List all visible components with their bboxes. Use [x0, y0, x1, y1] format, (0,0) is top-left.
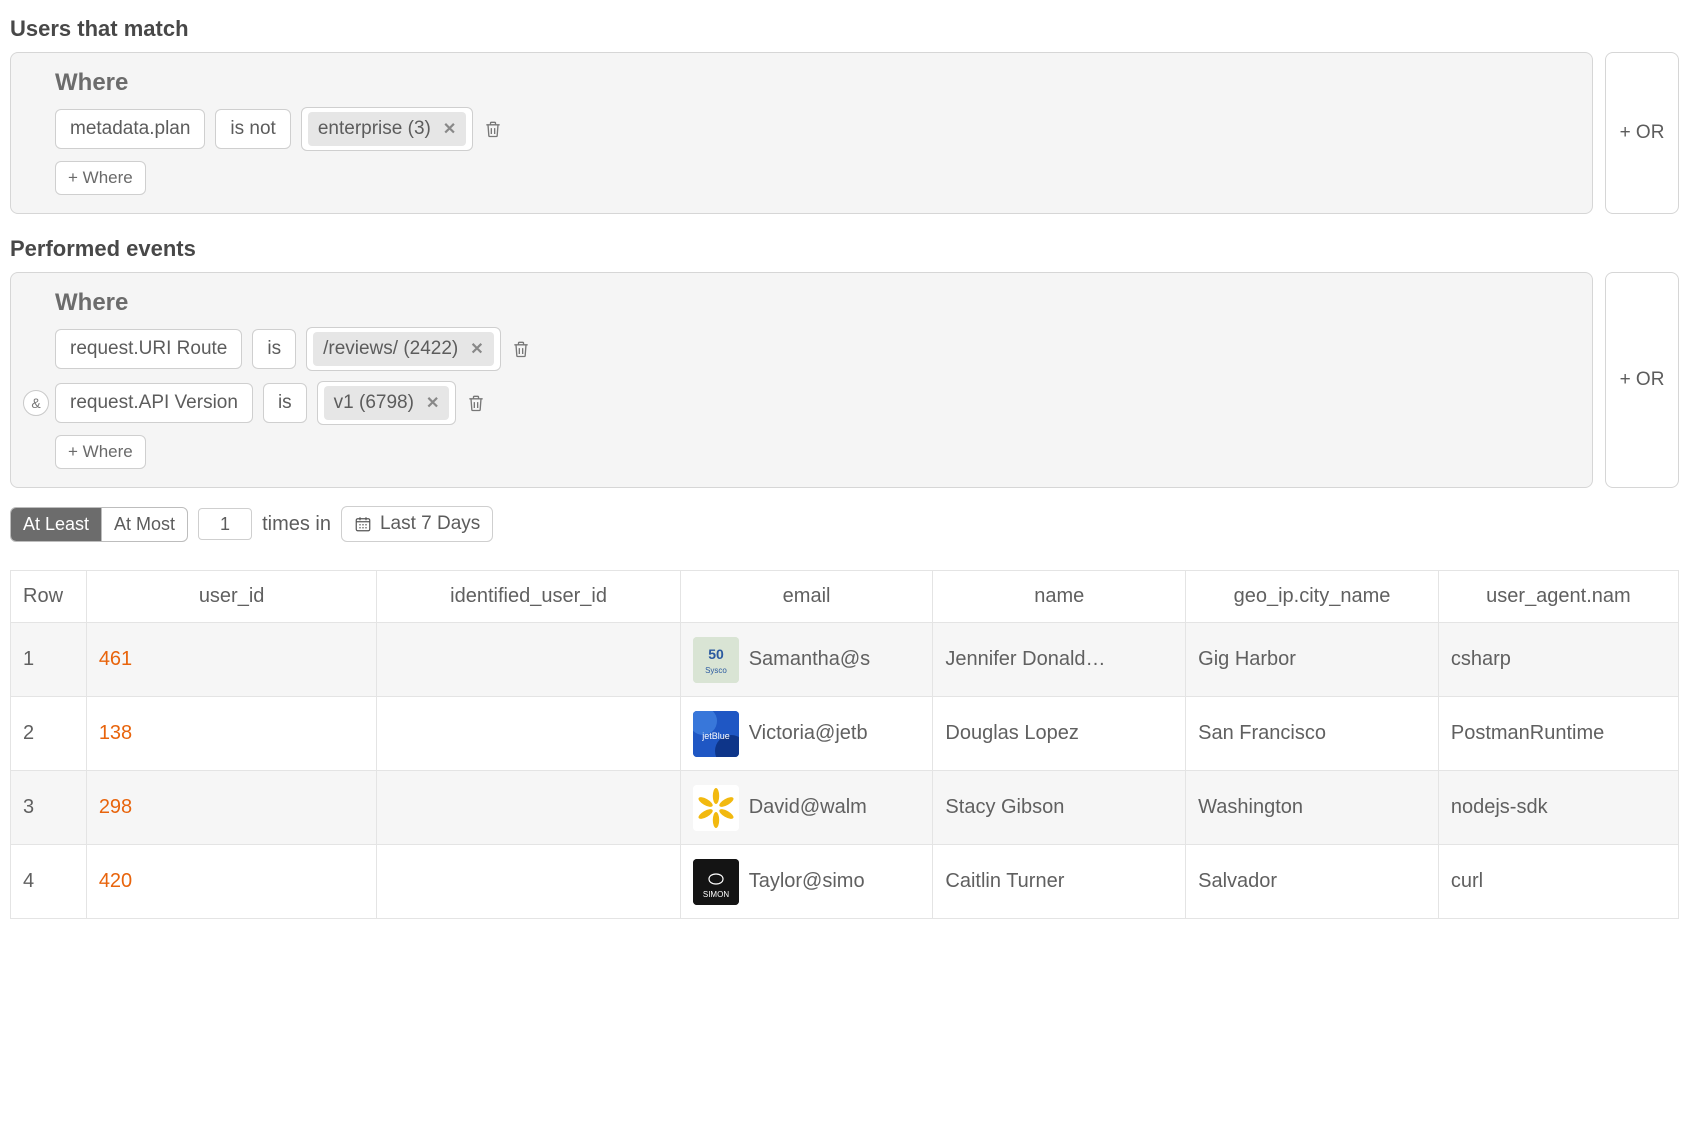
value-chip-wrap[interactable]: v1 (6798) ✕	[317, 381, 457, 425]
table-header-row: Row user_id identified_user_id email nam…	[11, 571, 1679, 623]
and-badge: &	[23, 390, 49, 416]
table-row: 4420 SIMONTaylor@simoCaitlin TurnerSalvad…	[11, 845, 1679, 919]
table-row: 2138 jetBlueVictoria@jetbDouglas LopezSan…	[11, 697, 1679, 771]
cell-name: Douglas Lopez	[933, 697, 1186, 771]
users-clause-box: Where metadata.plan is not enterprise (3…	[10, 52, 1593, 214]
value-chip: v1 (6798) ✕	[324, 386, 450, 420]
cell-user-agent: curl	[1439, 845, 1679, 919]
date-range-button[interactable]: Last 7 Days	[341, 506, 493, 542]
avatar: SIMON	[693, 859, 739, 905]
value-chip: enterprise (3) ✕	[308, 112, 466, 146]
cell-row: 2	[11, 697, 87, 771]
value-chip: /reviews/ (2422) ✕	[313, 332, 494, 366]
col-header-city[interactable]: geo_ip.city_name	[1186, 571, 1439, 623]
cell-user-id[interactable]: 420	[87, 845, 378, 919]
value-chip-wrap[interactable]: /reviews/ (2422) ✕	[306, 327, 501, 371]
chip-label: enterprise (3)	[318, 118, 431, 140]
cell-user-agent: PostmanRuntime	[1439, 697, 1679, 771]
remove-chip-icon[interactable]: ✕	[426, 393, 439, 413]
cell-name: Stacy Gibson	[933, 771, 1186, 845]
operator-token[interactable]: is	[263, 383, 307, 424]
users-match-builder: Where metadata.plan is not enterprise (3…	[10, 52, 1679, 214]
cell-row: 4	[11, 845, 87, 919]
cell-user-id[interactable]: 298	[87, 771, 378, 845]
cell-identified-user-id	[377, 845, 680, 919]
cell-user-id[interactable]: 461	[87, 623, 378, 697]
field-token[interactable]: request.API Version	[55, 383, 253, 424]
cell-name: Caitlin Turner	[933, 845, 1186, 919]
col-header-email[interactable]: email	[681, 571, 934, 623]
add-where-button[interactable]: + Where	[55, 161, 146, 195]
at-least-button[interactable]: At Least	[11, 508, 101, 541]
condition-row: metadata.plan is not enterprise (3) ✕	[55, 107, 1574, 151]
chip-label: v1 (6798)	[334, 392, 414, 414]
cell-email: 50SyscoSamantha@s	[681, 623, 934, 697]
avatar: 50 Sysco	[693, 637, 739, 683]
where-label: Where	[55, 69, 1574, 97]
condition-row: & request.API Version is v1 (6798) ✕	[55, 381, 1574, 425]
cell-row: 3	[11, 771, 87, 845]
remove-chip-icon[interactable]: ✕	[443, 119, 456, 139]
cell-user-id[interactable]: 138	[87, 697, 378, 771]
add-where-button[interactable]: + Where	[55, 435, 146, 469]
calendar-icon	[354, 515, 372, 533]
threshold-count-input[interactable]	[198, 508, 252, 540]
remove-chip-icon[interactable]: ✕	[470, 339, 483, 359]
svg-text:SIMON: SIMON	[703, 890, 729, 899]
col-header-row[interactable]: Row	[11, 571, 87, 623]
col-header-name[interactable]: name	[933, 571, 1186, 623]
cell-row: 1	[11, 623, 87, 697]
value-chip-wrap[interactable]: enterprise (3) ✕	[301, 107, 473, 151]
trash-icon[interactable]	[483, 118, 503, 140]
avatar: jetBlue	[693, 711, 739, 757]
events-clause-box: Where request.URI Route is /reviews/ (24…	[10, 272, 1593, 488]
trash-icon[interactable]	[466, 392, 486, 414]
threshold-row: At Least At Most times in Last 7 Days	[10, 506, 1679, 542]
add-or-button[interactable]: + OR	[1605, 52, 1679, 214]
cell-user-agent: nodejs-sdk	[1439, 771, 1679, 845]
field-token[interactable]: metadata.plan	[55, 109, 205, 150]
times-in-label: times in	[262, 513, 331, 536]
svg-text:jetBlue: jetBlue	[701, 731, 730, 741]
events-builder: Where request.URI Route is /reviews/ (24…	[10, 272, 1679, 488]
cell-city: San Francisco	[1186, 697, 1439, 771]
section-title-users-match: Users that match	[10, 16, 1679, 42]
cell-city: Gig Harbor	[1186, 623, 1439, 697]
avatar	[693, 785, 739, 831]
svg-text:Sysco: Sysco	[705, 666, 727, 675]
cell-email: David@walm	[681, 771, 934, 845]
col-header-identified-user-id[interactable]: identified_user_id	[377, 571, 680, 623]
cell-city: Salvador	[1186, 845, 1439, 919]
chip-label: /reviews/ (2422)	[323, 338, 458, 360]
cell-identified-user-id	[377, 697, 680, 771]
cell-email: SIMONTaylor@simo	[681, 845, 934, 919]
col-header-user-agent[interactable]: user_agent.nam	[1439, 571, 1679, 623]
col-header-user-id[interactable]: user_id	[87, 571, 378, 623]
date-range-label: Last 7 Days	[380, 513, 480, 535]
trash-icon[interactable]	[511, 338, 531, 360]
cell-city: Washington	[1186, 771, 1439, 845]
at-most-button[interactable]: At Most	[101, 508, 187, 541]
operator-token[interactable]: is not	[215, 109, 290, 150]
cell-identified-user-id	[377, 623, 680, 697]
cell-email: jetBlueVictoria@jetb	[681, 697, 934, 771]
operator-token[interactable]: is	[252, 329, 296, 370]
field-token[interactable]: request.URI Route	[55, 329, 242, 370]
table-row: 3298 David@walmStacy GibsonWashingtonnode…	[11, 771, 1679, 845]
results-table: Row user_id identified_user_id email nam…	[10, 570, 1679, 919]
threshold-mode-segment: At Least At Most	[10, 507, 188, 542]
table-row: 146150SyscoSamantha@sJennifer Donald…Gig…	[11, 623, 1679, 697]
cell-name: Jennifer Donald…	[933, 623, 1186, 697]
svg-text:50: 50	[708, 646, 724, 662]
cell-identified-user-id	[377, 771, 680, 845]
condition-row: request.URI Route is /reviews/ (2422) ✕	[55, 327, 1574, 371]
cell-user-agent: csharp	[1439, 623, 1679, 697]
section-title-performed-events: Performed events	[10, 236, 1679, 262]
where-label: Where	[55, 289, 1574, 317]
add-or-button[interactable]: + OR	[1605, 272, 1679, 488]
